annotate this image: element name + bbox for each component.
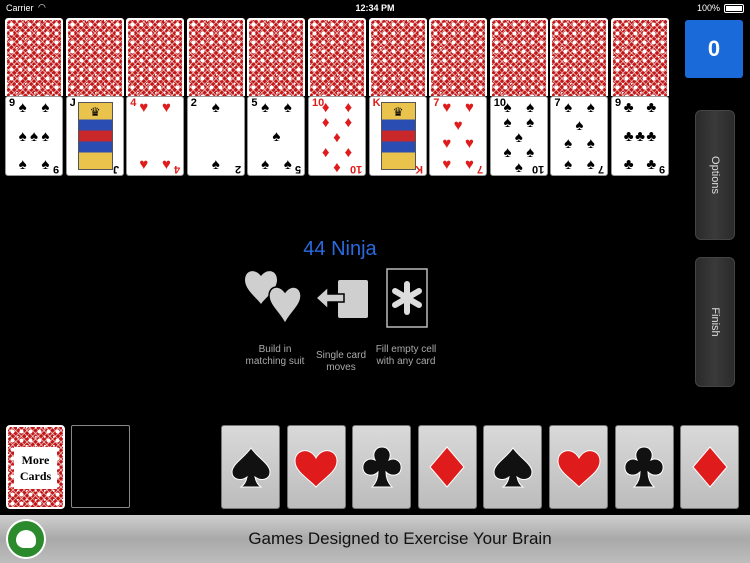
column-facedown-stack [65, 18, 124, 96]
single-move-icon [314, 280, 368, 318]
column-facedown-stack [550, 18, 609, 96]
column-facedown-stack [429, 18, 488, 96]
foundation-spade[interactable] [221, 425, 280, 509]
clock: 12:34 PM [355, 3, 395, 13]
column-facedown-stack [5, 18, 63, 96]
card-rank: 2 [234, 163, 241, 175]
ad-banner[interactable]: Games Designed to Exercise Your Brain [0, 515, 750, 563]
asterisk-icon [386, 268, 428, 328]
foundation-diamond[interactable] [680, 425, 740, 509]
card-rank: 4 [130, 97, 137, 109]
column-top-card[interactable]: J J ♛ [65, 96, 124, 176]
column-top-card[interactable]: K K ♛ [368, 96, 427, 176]
diamond-icon [692, 446, 728, 488]
banner-tagline: Games Designed to Exercise Your Brain [248, 529, 552, 548]
club-icon [624, 446, 664, 488]
foundation-heart[interactable] [286, 425, 346, 509]
card-pips: ♦ ♦ ♦ ♦ ♦ ♦ ♦ ♦ [321, 99, 353, 176]
finish-label: Finish [709, 307, 721, 337]
battery-icon [724, 4, 744, 13]
column-facedown-stack [308, 18, 366, 96]
column-top-card[interactable]: 7 7 ♠ ♠ ♠ ♠ ♠ ♠ ♠ [550, 96, 609, 176]
column-top-card[interactable]: 10 10 ♦ ♦ ♦ ♦ ♦ ♦ ♦ ♦ [308, 96, 366, 176]
heart-icon [556, 450, 601, 488]
diamond-icon [429, 446, 465, 488]
column-facedown-stack [489, 18, 548, 96]
card-rank: J [69, 97, 76, 109]
card-pips: ♠ ♠ ♠ ♠ ♠ [261, 99, 292, 173]
column-top-card[interactable]: 9 9 ♠ ♠ ♠ ♠ ♠ ♠ ♠ [5, 96, 63, 176]
rule-label-single-moves: Single card moves [315, 350, 367, 373]
card-pips: ♠ ♠ ♠ ♠ ♠ ♠ ♠ [564, 99, 595, 173]
column-top-card[interactable]: 4 4 ♥ ♥ ♥ ♥ [126, 96, 185, 176]
column-top-card[interactable]: 7 7 ♥ ♥ ♥ ♥ ♥ ♥ ♥ [429, 96, 488, 176]
card-pips: ♣ ♣ ♣ ♣ ♣ ♣ ♣ [623, 99, 657, 173]
card-rank: 9 [9, 97, 16, 109]
card-pips: ♠ ♠ ♠ ♠ ♠ ♠ ♠ [18, 99, 50, 173]
heart-icon [294, 450, 338, 488]
card-rank: 5 [251, 97, 258, 109]
foundation-diamond[interactable] [417, 425, 477, 509]
column-facedown-stack [368, 18, 427, 96]
card-rank: J [113, 163, 120, 175]
card-rank: K [414, 163, 423, 175]
spade-icon [230, 447, 271, 488]
foundation-heart[interactable] [549, 425, 608, 509]
court-figure-icon: ♛ [380, 102, 416, 170]
more-cards-button[interactable]: More Cards [6, 425, 65, 509]
card-pips: ♥ ♥ ♥ ♥ [139, 99, 171, 173]
finish-button[interactable]: Finish [695, 257, 735, 387]
status-bar: Carrier ◠ 12:34 PM 100% [0, 0, 750, 16]
card-rank: 2 [190, 97, 197, 109]
foundation-spade[interactable] [483, 425, 543, 509]
rule-label-empty-cell: Fill empty cell with any card [375, 344, 437, 367]
card-pips: ♠ ♠ [211, 99, 220, 173]
battery-percent: 100% [696, 3, 720, 13]
column-facedown-stack [126, 18, 185, 96]
game-title: 44 Ninja [303, 238, 377, 260]
card-rank: 5 [295, 163, 302, 175]
court-figure-icon: ♛ [77, 102, 113, 170]
column-top-card[interactable]: 2 2 ♠ ♠ [186, 96, 245, 176]
column-facedown-stack [186, 18, 245, 96]
hearts-icon [245, 271, 302, 327]
card-rank: 9 [658, 163, 665, 175]
rule-label-matching-suit: Build in matching suit [245, 344, 305, 367]
column-top-card[interactable]: 9 9 ♣ ♣ ♣ ♣ ♣ ♣ ♣ [611, 96, 669, 176]
card-rank: 9 [615, 97, 622, 109]
options-button[interactable]: Options [695, 110, 735, 240]
card-rank: 9 [52, 163, 59, 175]
club-icon [362, 446, 402, 488]
card-rank: 7 [433, 97, 440, 109]
card-pips: ♥ ♥ ♥ ♥ ♥ ♥ ♥ [442, 99, 474, 173]
foundation-club[interactable] [614, 425, 674, 509]
card-rank: K [372, 97, 381, 109]
card-rank: 7 [598, 163, 605, 175]
more-cards-label-line2: Cards [19, 469, 52, 483]
column-facedown-stack [611, 18, 669, 96]
foundation-club[interactable] [352, 425, 412, 509]
score-display: 0 [685, 20, 743, 78]
card-rank: 7 [554, 97, 561, 109]
column-top-card[interactable]: 5 5 ♠ ♠ ♠ ♠ ♠ [247, 96, 306, 176]
more-cards-label-line1: More [21, 453, 50, 467]
spade-icon [493, 447, 533, 488]
card-rank: 4 [174, 163, 181, 175]
column-facedown-stack [247, 18, 306, 96]
column-top-card[interactable]: 10 10 ♠ ♠ ♠ ♠ ♠ ♠ ♠ ♠ [489, 96, 548, 176]
card-rank: 7 [477, 163, 484, 175]
card-pips: ♠ ♠ ♠ ♠ ♠ ♠ ♠ ♠ [503, 99, 535, 176]
options-label: Options [709, 156, 721, 194]
waste-slot[interactable] [71, 425, 130, 508]
